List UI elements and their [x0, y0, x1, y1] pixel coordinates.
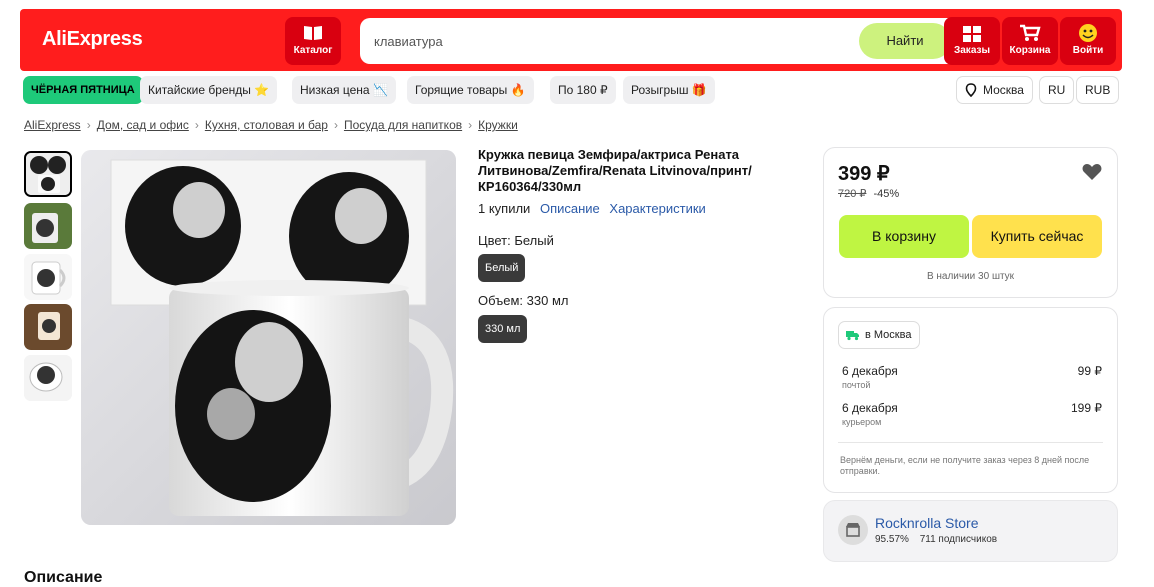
breadcrumb-kitchen[interactable]: Кухня, столовая и бар: [205, 118, 328, 132]
search-input[interactable]: [372, 30, 842, 52]
heart-icon[interactable]: [1082, 163, 1102, 181]
aliexpress-logo[interactable]: AliExpress: [42, 28, 143, 51]
orders-label: Заказы: [953, 45, 991, 56]
orders-button[interactable]: Заказы: [944, 17, 1000, 65]
search-bar: Найти: [360, 18, 957, 64]
breadcrumb-home-garden[interactable]: Дом, сад и офис: [97, 118, 189, 132]
current-price: 399 ₽: [838, 163, 890, 185]
add-to-cart-button[interactable]: В корзину: [839, 215, 969, 258]
catalog-icon: [304, 26, 322, 40]
delivery-date: 6 декабря: [842, 401, 898, 415]
cart-button[interactable]: Корзина: [1002, 17, 1058, 65]
login-icon: [1079, 24, 1097, 42]
store-rating: 95.57%: [875, 534, 909, 545]
store-icon: [838, 515, 868, 545]
divider: [838, 442, 1103, 443]
delivery-city-button[interactable]: в Москва: [838, 321, 921, 349]
thumbnail-mug-image: [26, 153, 70, 195]
mug-photo: [81, 150, 456, 525]
catalog-label: Каталог: [293, 45, 333, 56]
thumbnail-mug-image: [24, 355, 72, 401]
login-button[interactable]: Войти: [1060, 17, 1116, 65]
thumbnail-1[interactable]: [24, 151, 72, 197]
truck-icon: [846, 331, 859, 341]
currency-selector[interactable]: RUB: [1076, 76, 1120, 104]
breadcrumb-separator: ›: [333, 118, 338, 132]
breadcrumb-separator: ›: [194, 118, 199, 132]
delivery-method: курьером: [842, 417, 882, 427]
delivery-option-post: 6 декабря почтой: [842, 364, 898, 390]
hot-goods-chip[interactable]: Горящие товары 🔥: [407, 76, 534, 104]
breadcrumb-drinkware[interactable]: Посуда для напитков: [344, 118, 462, 132]
delivery-option-courier: 6 декабря курьером: [842, 401, 898, 427]
store-subscribers: 711 подписчиков: [919, 534, 998, 545]
sold-count: 1 купили: [478, 201, 531, 216]
volume-option-330[interactable]: 330 мл: [478, 315, 528, 343]
stock-info: В наличии 30 штук: [926, 271, 1015, 282]
product-main-image[interactable]: [81, 150, 456, 525]
sold-info: 1 купили Описание Характеристики: [478, 201, 706, 216]
thumbnail-mug-image: [24, 254, 72, 300]
breadcrumb-separator: ›: [86, 118, 91, 132]
thumbnail-mug-image: [24, 304, 72, 350]
delivery-date: 6 декабря: [842, 364, 898, 378]
chinese-brands-chip[interactable]: Китайские бренды ⭐: [140, 76, 278, 104]
discount-badge: -45%: [873, 188, 900, 200]
black-friday-chip[interactable]: ЧЁРНАЯ ПЯТНИЦА: [23, 76, 143, 104]
store-stats: 95.57% 711 подписчиков: [875, 534, 1005, 545]
product-title: Кружка певица Земфира/актриса Рената Лит…: [478, 147, 752, 194]
login-label: Войти: [1072, 45, 1104, 56]
thumbnail-2[interactable]: [24, 203, 72, 249]
color-label: Цвет: Белый: [478, 233, 554, 248]
low-price-chip[interactable]: Низкая цена 📉: [292, 76, 396, 104]
orders-icon: [963, 26, 981, 42]
city-selector[interactable]: Москва: [956, 76, 1033, 104]
store-card[interactable]: Rocknrolla Store 95.57% 711 подписчиков: [823, 500, 1118, 562]
description-heading: Описание: [24, 569, 103, 586]
delivery-price: 99 ₽: [1077, 364, 1102, 378]
giveaway-chip[interactable]: Розыгрыш 🎁: [623, 76, 715, 104]
header: AliExpress Каталог Найти Заказы Корзина …: [20, 9, 1122, 71]
catalog-button[interactable]: Каталог: [285, 17, 341, 65]
delivery-method: почтой: [842, 380, 871, 390]
location-pin-icon: [965, 83, 977, 97]
volume-label: Объем: 330 мл: [478, 293, 569, 308]
thumbnail-5[interactable]: [24, 355, 72, 401]
cart-icon: [1020, 24, 1041, 41]
specs-link[interactable]: Характеристики: [609, 201, 705, 216]
delivery-price: 199 ₽: [1071, 401, 1102, 415]
old-price-row: 720 ₽ -45%: [838, 187, 899, 200]
description-link[interactable]: Описание: [540, 201, 600, 216]
thumbnail-3[interactable]: [24, 254, 72, 300]
breadcrumb-mugs[interactable]: Кружки: [478, 118, 518, 132]
old-price: 720 ₽: [838, 188, 867, 200]
find-button[interactable]: Найти: [859, 23, 951, 59]
color-option-white[interactable]: Белый: [478, 254, 526, 282]
store-name[interactable]: Rocknrolla Store: [875, 515, 979, 531]
refund-note: Вернём деньги, если не получите заказ че…: [840, 455, 1090, 476]
delivery-city-label: в Москва: [865, 329, 912, 341]
city-label: Москва: [983, 83, 1024, 97]
thumbnail-mug-image: [24, 203, 72, 249]
for-180-chip[interactable]: По 180 ₽: [550, 76, 616, 104]
breadcrumb-separator: ›: [468, 118, 473, 132]
breadcrumb-aliexpress[interactable]: AliExpress: [24, 118, 81, 132]
buy-now-button[interactable]: Купить сейчас: [972, 215, 1102, 258]
thumbnail-4[interactable]: [24, 304, 72, 350]
language-selector[interactable]: RU: [1039, 76, 1075, 104]
breadcrumb: AliExpress › Дом, сад и офис › Кухня, столов…: [24, 118, 518, 132]
cart-label: Корзина: [1009, 45, 1051, 56]
